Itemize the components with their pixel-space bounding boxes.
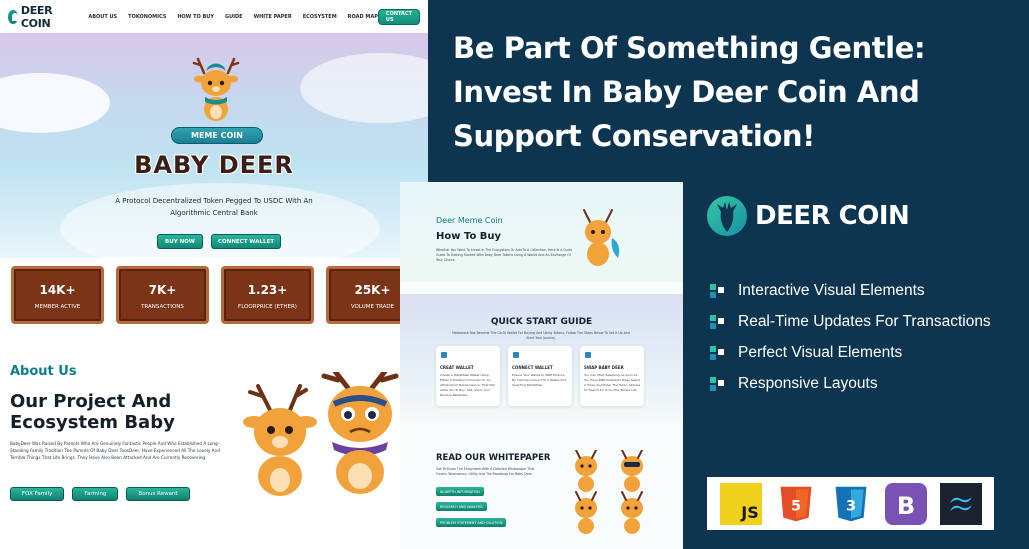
css3-icon: 3 [830, 483, 872, 525]
stat-value: 7K+ [148, 283, 177, 297]
promo-headline: Be Part Of Something Gentle: Invest In B… [453, 31, 926, 153]
site-logo[interactable]: DEER COIN [8, 4, 66, 30]
nav-item-white-paper[interactable]: WHITE PAPER [254, 14, 292, 20]
deer-head-logo-icon [707, 196, 747, 236]
hero-title: BABY DEER [134, 151, 294, 179]
deer-logo-icon [8, 9, 18, 24]
feature-item: Interactive Visual Elements [708, 275, 991, 306]
feature-bullet-icon [710, 314, 724, 329]
site-logo-text: DEER COIN [20, 3, 53, 30]
nav-item-how-to-buy[interactable]: HOW TO BUY [177, 14, 214, 20]
svg-text:3: 3 [845, 498, 855, 514]
cloud-decoration [0, 73, 110, 133]
svg-text:B: B [896, 492, 914, 520]
hero-subtitle: A Protocol Decentralized Token Pegged To… [115, 197, 313, 217]
stat-label: FLOORPRICE (ETHER) [238, 304, 297, 310]
nav-item-guide[interactable]: GUIDE [225, 14, 243, 20]
stat-member-active: 14K+ MEMBER ACTIVE [11, 266, 104, 324]
stats-section: 14K+ MEMBER ACTIVE 7K+ TRANSACTIONS 1.23… [0, 258, 428, 348]
link-icon [513, 352, 519, 358]
quick-start-text: Metamask Has Become The Go-To Wallet For… [452, 331, 630, 340]
website-preview-home: DEER COIN ABOUT US TOKONOMICS HOW TO BUY… [0, 0, 428, 549]
deer-pair-illustration-icon [243, 372, 399, 496]
card-swap-baby-deer[interactable]: SWAP BABY DEER You Can Start Swapping As… [580, 346, 644, 406]
site-navbar: DEER COIN ABOUT US TOKONOMICS HOW TO BUY… [0, 0, 428, 33]
card-connect-wallet[interactable]: CONNECT WALLET Ensure Your Wallet To UNM… [508, 346, 572, 406]
about-kicker: About Us [10, 364, 77, 379]
hero-section: MEME COIN BABY DEER A Protocol Decentral… [0, 33, 428, 258]
feature-label: Interactive Visual Elements [738, 281, 925, 299]
connect-wallet-button[interactable]: CONNECT WALLET [211, 234, 281, 249]
feature-item: Real-Time Updates For Transactions [708, 306, 991, 337]
deer-collection-icon [575, 450, 643, 534]
whitepaper-title: READ OUR WHITEPAPER [436, 453, 551, 463]
how-to-buy-text: Whether You Want To Invest In The Ecosys… [436, 248, 573, 262]
wp-problem-button[interactable]: PROBLEM STATEMENT AND SOLUTION [436, 518, 507, 527]
wallet-icon [441, 352, 447, 358]
svg-text:5: 5 [790, 498, 800, 514]
wp-in-depth-button[interactable]: IN-DEPTH INFORMATION [436, 487, 484, 496]
contact-us-button[interactable]: CONTACT US [377, 8, 420, 25]
website-preview-guide: Deer Meme Coin How To Buy Whether You Wa… [400, 182, 683, 549]
deer-mascot-icon [583, 209, 620, 266]
feature-label: Responsive Layouts [738, 374, 878, 392]
feature-label: Perfect Visual Elements [738, 343, 903, 361]
feature-list: Interactive Visual Elements Real-Time Up… [708, 275, 991, 399]
brand-logo: DEER COIN [707, 196, 910, 236]
card-title: SWAP BABY DEER [584, 365, 624, 370]
card-title: CREAT WALLET [440, 365, 474, 370]
tag-farming[interactable]: Farming [72, 487, 119, 501]
bootstrap-icon: B [884, 482, 927, 525]
about-body: BabyDeer Was Raised By Parents Who Are G… [10, 441, 220, 460]
javascript-icon: JS [719, 482, 762, 525]
stat-value: 1.23+ [247, 283, 288, 297]
stat-label: MEMBER ACTIVE [34, 304, 81, 310]
stat-label: TRANSACTIONS [141, 304, 184, 310]
tailwind-icon [939, 482, 982, 525]
baby-deer-mascot-icon [192, 57, 240, 121]
how-to-buy-title: How To Buy [436, 231, 502, 242]
how-to-buy-kicker: Deer Meme Coin [436, 216, 503, 225]
nav-item-road-map[interactable]: ROAD MAP [348, 14, 378, 20]
wp-research-button[interactable]: RESEARCH AND ANALYSIS [436, 502, 487, 511]
nav-menu: ABOUT US TOKONOMICS HOW TO BUY GUIDE WHI… [88, 14, 378, 20]
quick-start-title: QUICK START GUIDE [490, 317, 593, 327]
feature-item: Responsive Layouts [708, 368, 991, 399]
feature-bullet-icon [710, 345, 724, 360]
html5-icon: 5 [775, 483, 817, 525]
feature-bullet-icon [710, 283, 724, 298]
about-tags: FOX Family Farming Bonus Reward [10, 487, 190, 501]
tech-stack: JS 5 3 B [707, 477, 994, 530]
meme-coin-badge: MEME COIN [171, 127, 263, 144]
swap-icon [585, 352, 591, 358]
card-text: Ensure Your Wallet To UNM Finance By Cli… [512, 373, 567, 387]
card-title: CONNECT WALLET [512, 365, 553, 370]
feature-item: Perfect Visual Elements [708, 337, 991, 368]
buy-now-button[interactable]: BUY NOW [157, 234, 203, 249]
feature-bullet-icon [710, 376, 724, 391]
stat-transactions: 7K+ TRANSACTIONS [116, 266, 209, 324]
feature-label: Real-Time Updates For Transactions [738, 312, 991, 330]
tag-fox-family[interactable]: FOX Family [10, 487, 65, 501]
tag-bonus-reward[interactable]: Bonus Reward [126, 487, 190, 501]
card-text: Create A MetaMask Wallet Using Either A … [440, 373, 495, 397]
card-create-wallet[interactable]: CREAT WALLET Create A MetaMask Wallet Us… [436, 346, 500, 406]
stat-floorprice: 1.23+ FLOORPRICE (ETHER) [221, 266, 314, 324]
nav-item-ecosystem[interactable]: ECOSYSTEM [303, 14, 337, 20]
nav-item-tokonomics[interactable]: TOKONOMICS [128, 14, 166, 20]
about-title: Our Project And Ecosystem Baby [10, 391, 175, 433]
card-text: You Can Start Swapping As Soon As You Ha… [584, 373, 641, 392]
whitepaper-text: Get To Know The Ecosystem With A Detaile… [436, 467, 535, 476]
brand-name: DEER COIN [755, 201, 910, 231]
stat-value: 14K+ [39, 283, 76, 297]
cloud-decoration [300, 53, 428, 123]
nav-item-about[interactable]: ABOUT US [88, 14, 117, 20]
js-glyph: JS [740, 503, 758, 522]
